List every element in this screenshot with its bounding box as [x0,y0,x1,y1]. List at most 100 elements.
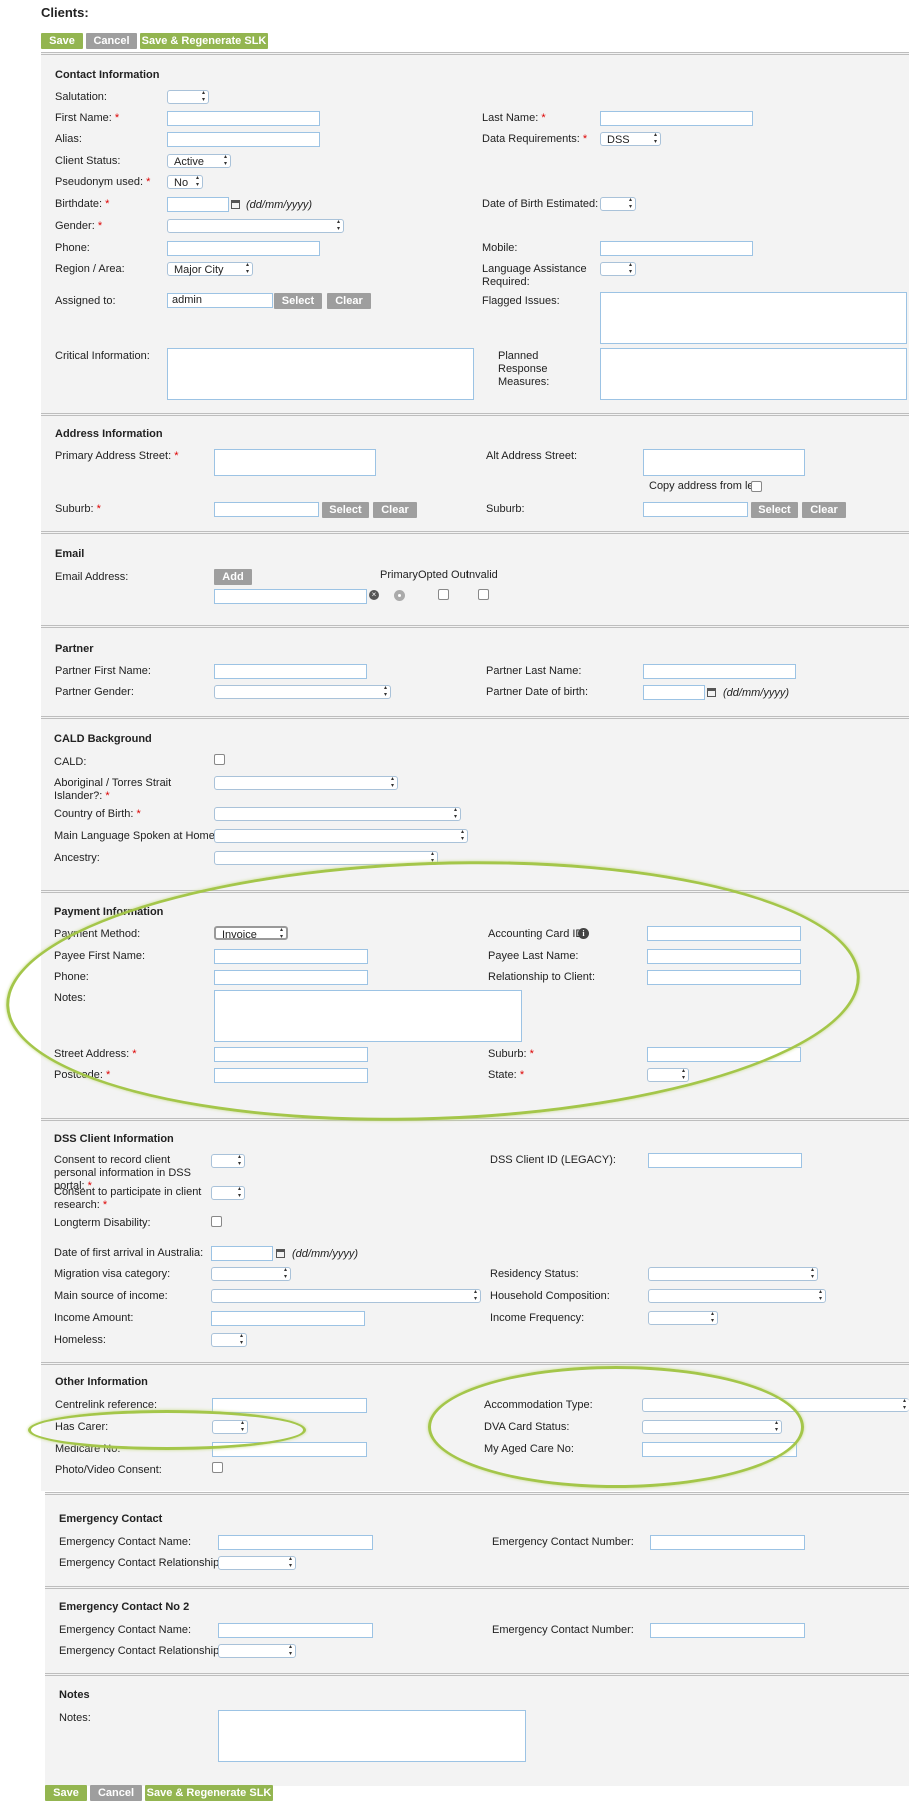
migration-select[interactable] [211,1267,291,1281]
alt-suburb-clear-button[interactable]: Clear [802,502,846,518]
phone-label: Phone: [55,242,90,254]
longterm-disability-label: Longterm Disability: [54,1217,151,1229]
invalid-checkbox[interactable] [478,589,489,600]
partner-last-name-label: Partner Last Name: [486,665,582,677]
calendar-icon[interactable] [707,688,716,697]
income-source-label: Main source of income: [54,1290,168,1302]
notes-title: Notes [59,1689,90,1701]
save-regenerate-slk-button-bottom[interactable]: Save & Regenerate SLK [145,1785,273,1801]
copy-address-label: Copy address from left: [649,480,763,492]
emergency-relationship-label: Emergency Contact Relationship: [59,1557,223,1569]
assigned-clear-button[interactable]: Clear [327,293,371,309]
assigned-select-button[interactable]: Select [274,293,322,309]
income-source-select[interactable] [211,1289,481,1303]
email-input[interactable] [214,589,367,604]
remove-email-icon[interactable]: × [369,590,379,600]
dss-client-id-input[interactable] [648,1153,802,1168]
gender-label: Gender: * [55,220,103,232]
birthdate-input[interactable] [167,197,229,212]
partner-dob-label: Partner Date of birth: [486,686,589,698]
homeless-label: Homeless: [54,1334,106,1346]
calendar-icon[interactable] [276,1249,285,1258]
save-regenerate-slk-button[interactable]: Save & Regenerate SLK [140,33,268,49]
last-name-input[interactable] [600,111,753,126]
notes-label: Notes: [59,1712,91,1724]
calendar-icon[interactable] [231,200,240,209]
partner-gender-select[interactable] [214,685,391,699]
main-language-select[interactable] [214,829,468,843]
cald-checkbox[interactable] [214,754,225,765]
primary-street-textarea[interactable] [214,449,376,476]
pseudonym-select[interactable]: No [167,175,203,189]
emergency-name-input[interactable] [218,1535,373,1550]
contact-information-title: Contact Information [55,69,160,81]
phone-input[interactable] [167,241,320,256]
alt-street-textarea[interactable] [643,449,805,476]
planned-response-textarea[interactable] [600,348,907,400]
add-email-button[interactable]: Add [214,569,252,585]
partner-first-name-label: Partner First Name: [55,665,151,677]
dob-estimated-select[interactable] [600,197,636,211]
suburb-label: Suburb: * [55,503,101,515]
flagged-issues-textarea[interactable] [600,292,907,344]
critical-info-textarea[interactable] [167,348,474,400]
primary-column-label: Primary [380,569,418,581]
save-button[interactable]: Save [41,33,83,49]
suburb-clear-button[interactable]: Clear [373,502,417,518]
income-amount-input[interactable] [211,1311,365,1326]
longterm-disability-checkbox[interactable] [211,1216,222,1227]
mobile-label: Mobile: [482,242,518,254]
aboriginal-label: Aboriginal / Torres Strait Islander?: * [54,777,172,802]
cancel-button[interactable]: Cancel [86,33,137,49]
photo-consent-checkbox[interactable] [212,1462,223,1473]
client-status-select[interactable]: Active [167,154,231,168]
dss-client-id-label: DSS Client ID (LEGACY): [490,1154,616,1166]
partner-last-name-input[interactable] [643,664,796,679]
other-title: Other Information [55,1376,148,1388]
emergency2-name-input[interactable] [218,1623,373,1638]
emergency2-relationship-label: Emergency Contact Relationship: [59,1645,223,1657]
partner-dob-input[interactable] [643,685,705,700]
first-arrival-label: Date of first arrival in Australia: [54,1247,204,1259]
suburb-input[interactable] [214,502,319,517]
consent-record-select[interactable] [211,1154,245,1168]
centrelink-input[interactable] [212,1398,367,1413]
emergency-number-input[interactable] [650,1535,805,1550]
assigned-to-input[interactable]: admin [167,293,273,308]
suburb-select-button[interactable]: Select [322,502,369,518]
first-name-input[interactable] [167,111,320,126]
data-requirements-label: Data Requirements: * [482,133,588,145]
alt-suburb-select-button[interactable]: Select [751,502,798,518]
mobile-input[interactable] [600,241,753,256]
first-name-label: First Name: * [55,112,120,124]
cancel-button-bottom[interactable]: Cancel [90,1785,142,1801]
income-frequency-label: Income Frequency: [490,1312,585,1324]
salutation-label: Salutation: [55,91,107,103]
save-button-bottom[interactable]: Save [45,1785,87,1801]
notes-textarea[interactable] [218,1710,526,1762]
primary-email-radio[interactable] [394,590,405,601]
consent-research-select[interactable] [211,1186,245,1200]
region-select[interactable]: Major City [167,262,253,276]
opted-out-checkbox[interactable] [438,589,449,600]
household-select[interactable] [648,1289,826,1303]
income-frequency-select[interactable] [648,1311,718,1325]
homeless-select[interactable] [211,1333,247,1347]
salutation-select[interactable] [167,90,209,104]
partner-first-name-input[interactable] [214,664,367,679]
income-amount-label: Income Amount: [54,1312,134,1324]
alias-input[interactable] [167,132,320,147]
other-info-highlight-ellipse [428,1366,804,1488]
emergency2-number-input[interactable] [650,1623,805,1638]
emergency-relationship-select[interactable] [218,1556,296,1570]
data-requirements-select[interactable]: DSS [600,132,661,146]
language-assistance-select[interactable] [600,262,636,276]
emergency2-relationship-select[interactable] [218,1644,296,1658]
country-birth-select[interactable] [214,807,461,821]
gender-select[interactable] [167,219,344,233]
first-arrival-input[interactable] [211,1246,273,1261]
copy-address-checkbox[interactable] [751,481,762,492]
alt-suburb-input[interactable] [643,502,748,517]
residency-select[interactable] [648,1267,818,1281]
aboriginal-select[interactable] [214,776,398,790]
